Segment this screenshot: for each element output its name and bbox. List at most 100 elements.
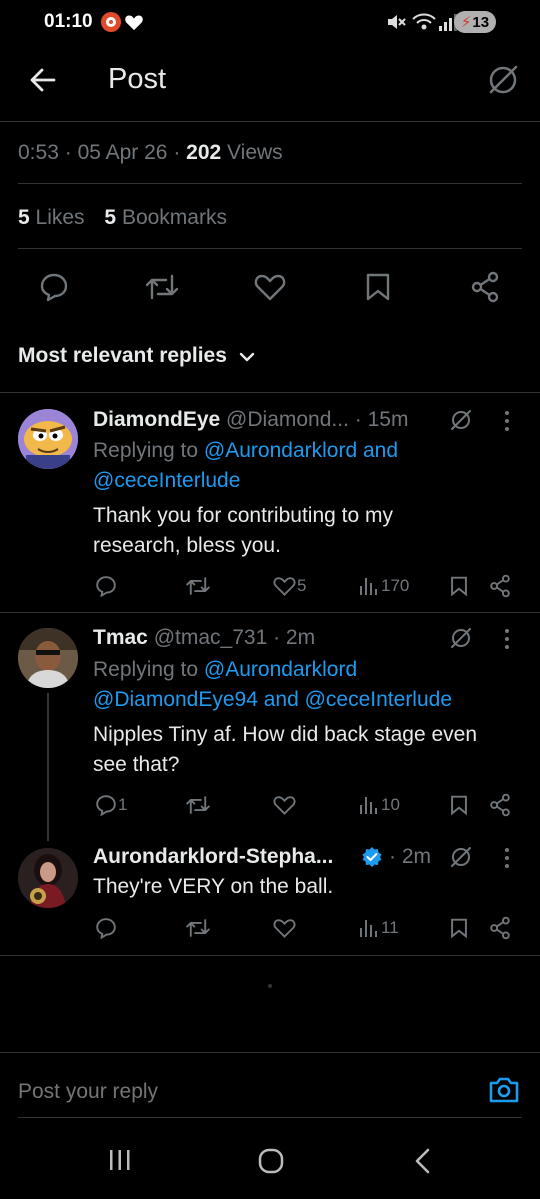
replying-mentions[interactable]: @DiamondEye94 and @ceceInterlude: [93, 685, 452, 715]
meta-dot: ·: [173, 141, 181, 164]
likes-stat[interactable]: 5 Likes: [18, 206, 85, 229]
handle[interactable]: @tmac_731 · 2m: [154, 626, 315, 649]
likes-count: 5: [18, 206, 30, 229]
avatar[interactable]: [18, 628, 78, 688]
stats-divider: [18, 248, 522, 249]
meta-divider: [18, 183, 522, 184]
mute-icon: [388, 15, 406, 29]
like-icon[interactable]: [273, 795, 296, 815]
replying-mentions[interactable]: @Aurondarklord and: [204, 439, 398, 462]
post-meta: 0:53 · 05 Apr 26 · 202 Views: [18, 139, 283, 167]
composer-underline: [18, 1117, 522, 1118]
like-icon[interactable]: [273, 576, 296, 596]
avatar[interactable]: [18, 848, 78, 908]
views-count: 202: [186, 141, 222, 164]
display-name[interactable]: DiamondEye: [93, 408, 220, 431]
loading-indicator: [268, 984, 272, 988]
post-date: 05 Apr 26: [77, 141, 168, 164]
replying-mentions[interactable]: @ceceInterlude: [93, 466, 240, 496]
status-time: 01:10: [44, 11, 93, 32]
replying-mentions[interactable]: @Aurondarklord: [204, 658, 357, 681]
replying-prefix: Replying to: [93, 658, 199, 681]
replying-to: Replying to @Aurondarklord and: [93, 436, 398, 466]
bookmarks-stat[interactable]: 5 Bookmarks: [104, 206, 227, 229]
grok-icon[interactable]: [449, 626, 473, 650]
reply-count: 1: [118, 795, 128, 814]
profile-photo: [18, 628, 78, 688]
heart-status-icon: [125, 15, 143, 31]
reply-time: · 2m: [389, 845, 431, 868]
thread-connector: [47, 693, 49, 841]
grok-icon[interactable]: [486, 63, 520, 97]
avatar[interactable]: [18, 409, 78, 469]
more-options-icon[interactable]: [505, 629, 511, 649]
wifi-icon: [412, 13, 436, 30]
reply-header: DiamondEye @Diamond... · 15m: [93, 405, 408, 435]
back-arrow-icon[interactable]: [28, 65, 58, 95]
views-count: 10: [381, 795, 400, 814]
bookmark-icon[interactable]: [365, 272, 391, 302]
reply-header: Tmac @tmac_731 · 2m: [93, 623, 315, 653]
reply-header: Aurondarklord-Stepha...: [93, 842, 333, 872]
share-icon[interactable]: [489, 574, 511, 598]
reply-tweet[interactable]: Tmac @tmac_731 · 2m Replying to @Auronda…: [0, 613, 540, 841]
camera-icon[interactable]: [488, 1075, 520, 1105]
bookmarks-count: 5: [104, 206, 117, 229]
tweet-text: research, bless you.: [93, 534, 281, 557]
reply-icon[interactable]: [95, 575, 117, 597]
views-icon[interactable]: [358, 918, 378, 938]
recorder-app-icon: [101, 12, 121, 32]
views-icon[interactable]: [358, 576, 378, 596]
profile-photo: [18, 848, 78, 908]
reply-time: · 15m: [354, 408, 409, 431]
recent-apps-icon[interactable]: [107, 1147, 133, 1173]
battery-indicator: ⚡ 13: [454, 11, 496, 33]
reply-icon[interactable]: [95, 917, 117, 939]
reply-input[interactable]: [18, 1072, 458, 1112]
page-title: Post: [108, 63, 167, 95]
reply-tweet[interactable]: DiamondEye @Diamond... · 15m Replying to…: [0, 393, 540, 613]
tweet-text: They're VERY on the ball.: [93, 875, 334, 898]
grok-icon[interactable]: [449, 845, 473, 869]
tweet-text: Thank you for contributing to my: [93, 504, 393, 527]
post-stats: 5 Likes 5 Bookmarks: [18, 204, 227, 232]
more-options-icon[interactable]: [505, 411, 511, 431]
back-nav-icon[interactable]: [410, 1146, 436, 1176]
reply-divider: [0, 955, 540, 956]
more-options-icon[interactable]: [505, 848, 511, 868]
share-icon[interactable]: [489, 916, 511, 940]
status-bar: 01:10 ⚡ 13: [0, 0, 540, 44]
header-divider: [0, 121, 540, 122]
reply-tweet[interactable]: Aurondarklord-Stepha... · 2m They're VER…: [0, 838, 540, 956]
home-icon[interactable]: [256, 1146, 286, 1176]
views-label: Views: [227, 141, 283, 164]
repost-icon[interactable]: [185, 917, 211, 939]
display-name[interactable]: Aurondarklord-Stepha...: [93, 845, 333, 868]
reply-icon[interactable]: [39, 272, 69, 302]
reply-icon[interactable]: [95, 794, 117, 816]
bookmark-icon[interactable]: [450, 794, 468, 816]
views-icon[interactable]: [358, 795, 378, 815]
repost-icon[interactable]: [144, 272, 180, 302]
sort-replies-dropdown[interactable]: Most relevant replies: [18, 344, 227, 368]
share-icon[interactable]: [470, 271, 500, 303]
like-count: 5: [297, 576, 307, 595]
like-icon[interactable]: [273, 918, 296, 938]
replying-to: Replying to @Aurondarklord: [93, 655, 357, 685]
share-icon[interactable]: [489, 793, 511, 817]
chevron-down-icon[interactable]: [238, 350, 256, 364]
handle[interactable]: @Diamond...: [226, 408, 349, 431]
grok-icon[interactable]: [449, 408, 473, 432]
bookmark-icon[interactable]: [450, 917, 468, 939]
repost-icon[interactable]: [185, 575, 211, 597]
likes-label: Likes: [35, 206, 85, 229]
bookmarks-label: Bookmarks: [121, 206, 227, 229]
repost-icon[interactable]: [185, 794, 211, 816]
bookmark-icon[interactable]: [450, 575, 468, 597]
like-icon[interactable]: [254, 273, 286, 301]
battery-level: 13: [472, 13, 490, 31]
post-time: 0:53: [18, 141, 59, 164]
sort-label: Most relevant replies: [18, 344, 227, 367]
tweet-text: see that?: [93, 753, 180, 776]
display-name[interactable]: Tmac: [93, 626, 148, 649]
